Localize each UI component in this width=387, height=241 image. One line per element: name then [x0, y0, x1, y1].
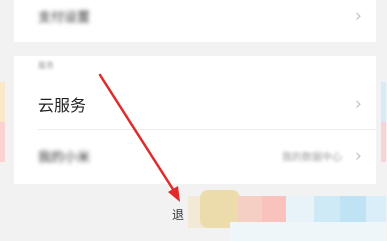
- red-arrow-annotation: [98, 73, 180, 202]
